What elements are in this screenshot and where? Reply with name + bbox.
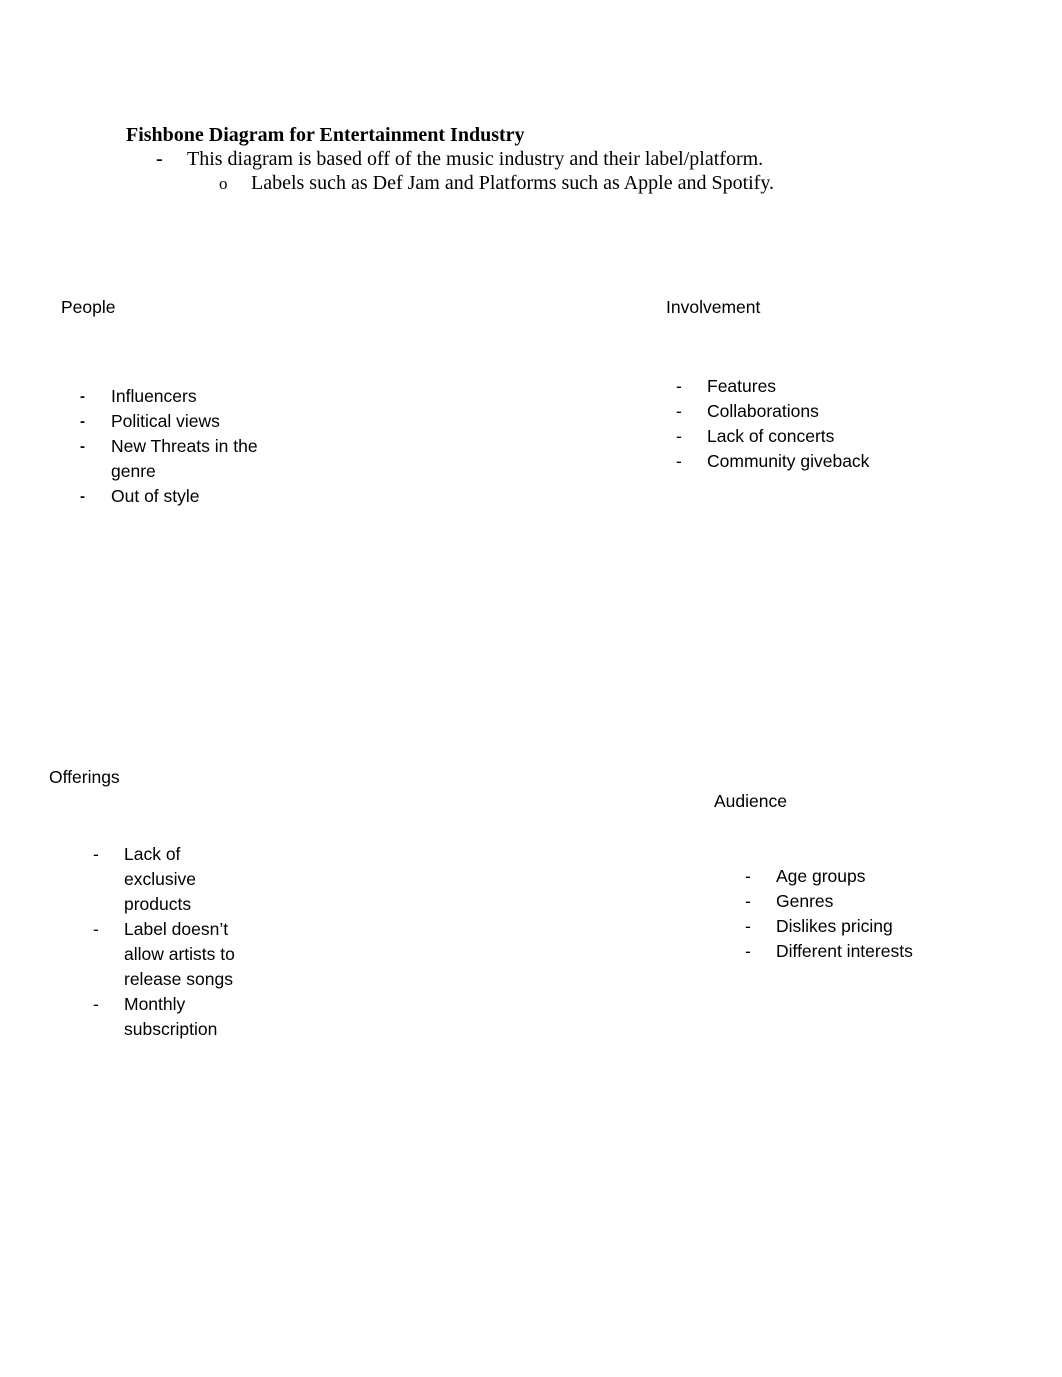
list-item: - Different interests [745,939,925,964]
dash-bullet-icon: - [676,426,682,446]
list-item: - Influencers [80,384,280,409]
intro-bullet: - This diagram is based off of the music … [156,148,763,171]
list-item: - Features [676,374,936,399]
dash-bullet-icon: - [745,891,751,911]
involvement-heading: Involvement [666,297,761,317]
audience-heading: Audience [714,791,787,811]
list-item: - Age groups [745,864,925,889]
offerings-heading: Offerings [49,767,120,787]
list-item: - Label doesn’t allow artists to release … [93,919,235,989]
dash-bullet-icon: - [676,376,682,396]
intro-sub-text: Labels such as Def Jam and Platforms suc… [251,172,775,194]
circle-bullet-icon: o [219,174,228,193]
people-heading: People [61,297,116,317]
dash-bullet-icon: - [676,401,682,421]
list-item: - Lack of exclusive products [93,844,196,914]
list-item: - Out of style [80,484,280,509]
audience-list: - Age groups - Genres - Dislikes pricing -D… [745,864,925,964]
people-list: - Influencers - Political views - New Threa… [80,384,280,509]
list-item: - Community giveback [676,449,936,474]
dash-bullet-icon: - [745,941,751,961]
dash-bullet-icon: - [93,919,99,939]
offerings-list: - Lack of exclusive products - Label doesn… [93,842,243,1042]
dash-bullet-icon: - [93,994,99,1014]
document-title: Fishbone Diagram for Entertainment Indus… [126,124,525,146]
dash-bullet-icon: - [93,844,99,864]
dash-bullet-icon: - [156,148,163,170]
involvement-list: - Features - Collaborations - Lack of conce… [676,374,936,474]
list-item: - Collaborations [676,399,936,424]
dash-bullet-icon: - [80,438,85,455]
intro-sub-bullet: o Labels such as Def Jam and Platforms su… [219,172,774,195]
dash-bullet-icon: - [80,488,85,505]
intro-text: This diagram is based off of the music i… [187,148,764,170]
list-item: - Genres [745,889,925,914]
list-item: - Monthly subscription [93,994,218,1039]
dash-bullet-icon: - [80,388,85,405]
dash-bullet-icon: - [745,866,751,886]
dash-bullet-icon: - [80,413,85,430]
list-item: - New Threats in the genre [80,436,258,481]
dash-bullet-icon: - [745,916,751,936]
list-item: - Lack of concerts [676,424,936,449]
list-item: - Dislikes pricing [745,914,925,939]
dash-bullet-icon: - [676,451,682,471]
list-item: - Political views [80,409,280,434]
